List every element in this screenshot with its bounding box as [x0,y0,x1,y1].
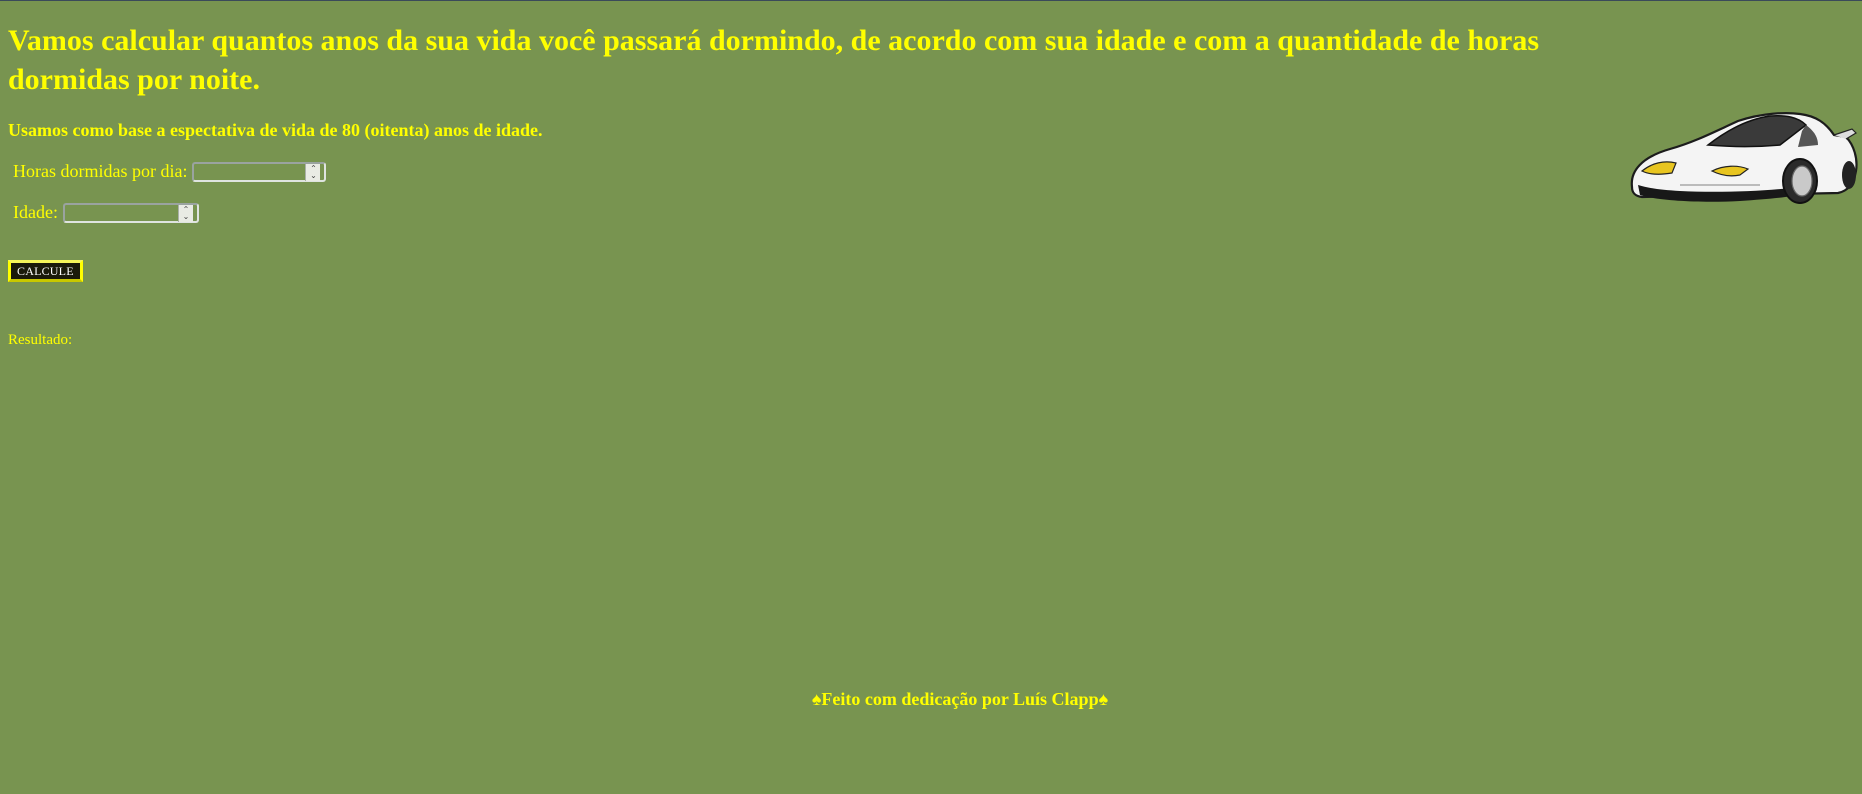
page-title: Vamos calcular quantos anos da sua vida … [8,24,1540,96]
hours-spinner-icon[interactable]: ⌃ ⌄ [305,163,321,181]
age-row: Idade: ⌃ ⌄ [13,202,199,223]
footer-credit: ♠Feito com dedicação por Luís Clapp♠ [811,689,1109,709]
calculate-button[interactable]: CALCULE [8,260,83,282]
page-subtitle: Usamos como base a espectativa de vida d… [8,120,543,140]
sports-car-image [1630,112,1858,204]
hours-label: Horas dormidas por dia: [13,161,188,181]
age-input[interactable]: ⌃ ⌄ [62,202,199,223]
age-spinner-icon[interactable]: ⌃ ⌄ [177,204,193,222]
hours-input[interactable]: ⌃ ⌄ [192,161,327,182]
result-label: Resultado: [8,332,73,348]
age-label: Idade: [13,202,58,222]
hours-row: Horas dormidas por dia: ⌃ ⌄ [13,161,327,182]
